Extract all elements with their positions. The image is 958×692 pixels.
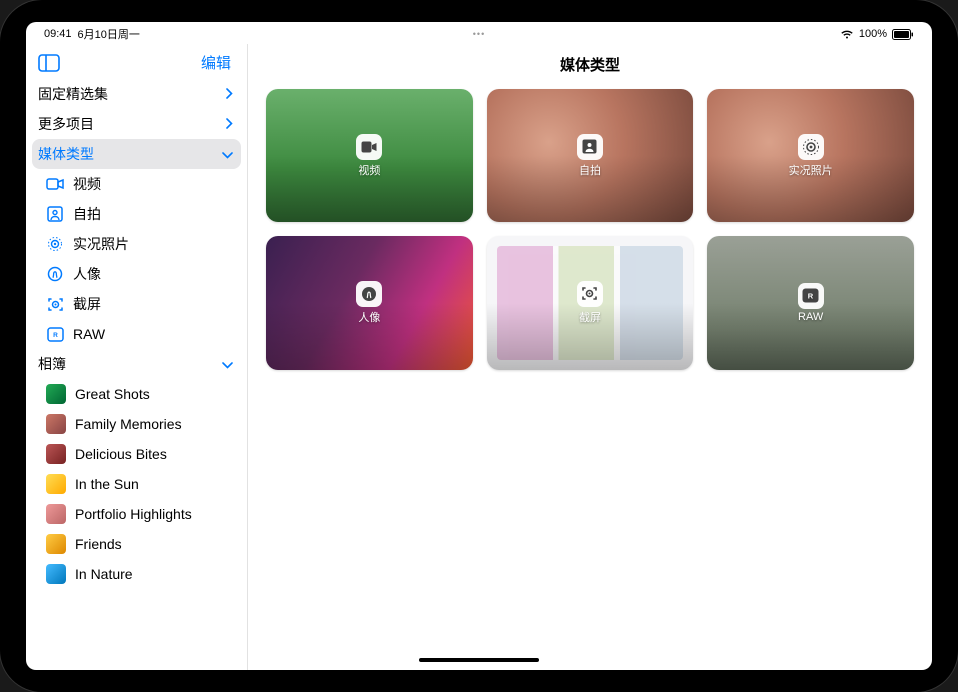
raw-icon: R xyxy=(46,325,64,343)
main-content: 媒体类型 视频 xyxy=(248,44,932,670)
selfie-icon xyxy=(46,205,64,223)
sidebar-item-livephoto[interactable]: 实况照片 xyxy=(26,229,247,259)
tile-label: 自拍 xyxy=(579,162,601,178)
tile-portrait[interactable]: 人像 xyxy=(266,236,473,369)
tile-label: RAW xyxy=(798,311,823,323)
svg-text:R: R xyxy=(808,292,814,301)
album-thumbnail xyxy=(46,384,66,404)
sidebar-album-item[interactable]: In the Sun xyxy=(26,469,247,499)
sidebar-item-more-items[interactable]: 更多项目 xyxy=(26,109,247,139)
tile-label: 截屏 xyxy=(579,309,601,325)
tile-label: 实况照片 xyxy=(789,162,833,178)
chevron-down-icon xyxy=(222,356,233,372)
svg-text:R: R xyxy=(53,332,58,339)
ipad-device-frame: 09:41 6月10日周一 ••• 100% xyxy=(0,0,958,692)
screenshot-icon xyxy=(577,281,603,307)
album-thumbnail xyxy=(46,564,66,584)
chevron-down-icon xyxy=(222,146,233,162)
battery-icon xyxy=(892,29,914,40)
sidebar-album-item[interactable]: Family Memories xyxy=(26,409,247,439)
sidebar-album-item[interactable]: In Nature xyxy=(26,559,247,589)
sidebar-item-pinned-collections[interactable]: 固定精选集 xyxy=(26,79,247,109)
wifi-icon xyxy=(840,29,854,40)
page-title: 媒体类型 xyxy=(248,44,932,83)
video-icon xyxy=(356,134,382,160)
status-bar: 09:41 6月10日周一 ••• 100% xyxy=(26,22,932,44)
sidebar-album-item[interactable]: Great Shots xyxy=(26,379,247,409)
edit-button[interactable]: 编辑 xyxy=(201,52,231,73)
tile-label: 视频 xyxy=(358,162,380,178)
tile-livephoto[interactable]: 实况照片 xyxy=(707,89,914,222)
tile-video[interactable]: 视频 xyxy=(266,89,473,222)
media-type-grid: 视频 自拍 xyxy=(248,83,932,376)
sidebar-toggle-button[interactable] xyxy=(38,54,60,72)
battery-text: 100% xyxy=(859,28,887,40)
sidebar-item-screenshot[interactable]: 截屏 xyxy=(26,289,247,319)
raw-icon: R xyxy=(798,283,824,309)
sidebar-item-video[interactable]: 视频 xyxy=(26,169,247,199)
livephoto-icon xyxy=(798,134,824,160)
selfie-icon xyxy=(577,134,603,160)
album-thumbnail xyxy=(46,474,66,494)
portrait-icon xyxy=(356,281,382,307)
tile-selfie[interactable]: 自拍 xyxy=(487,89,694,222)
sidebar-item-portrait[interactable]: 人像 xyxy=(26,259,247,289)
tile-label: 人像 xyxy=(358,309,380,325)
portrait-icon xyxy=(46,265,64,283)
livephoto-icon xyxy=(46,235,64,253)
sidebar-item-raw[interactable]: R RAW xyxy=(26,319,247,349)
album-thumbnail xyxy=(46,504,66,524)
sidebar-item-media-types[interactable]: 媒体类型 xyxy=(26,139,247,169)
chevron-right-icon xyxy=(226,86,233,102)
album-thumbnail xyxy=(46,444,66,464)
video-icon xyxy=(46,175,64,193)
home-indicator[interactable] xyxy=(419,658,539,662)
screen: 09:41 6月10日周一 ••• 100% xyxy=(26,22,932,670)
sidebar: 编辑 固定精选集 更多项目 媒体类型 xyxy=(26,44,248,670)
status-date: 6月10日周一 xyxy=(78,26,140,42)
sidebar-album-item[interactable]: Friends xyxy=(26,529,247,559)
album-thumbnail xyxy=(46,414,66,434)
tile-raw[interactable]: R RAW xyxy=(707,236,914,369)
sidebar-album-item[interactable]: Portfolio Highlights xyxy=(26,499,247,529)
status-time: 09:41 xyxy=(44,28,72,40)
multitask-handle-icon[interactable]: ••• xyxy=(473,29,485,39)
screenshot-icon xyxy=(46,295,64,313)
tile-screenshot[interactable]: 截屏 xyxy=(487,236,694,369)
album-thumbnail xyxy=(46,534,66,554)
sidebar-album-item[interactable]: Delicious Bites xyxy=(26,439,247,469)
sidebar-item-selfie[interactable]: 自拍 xyxy=(26,199,247,229)
chevron-right-icon xyxy=(226,116,233,132)
sidebar-item-albums[interactable]: 相簿 xyxy=(26,349,247,379)
